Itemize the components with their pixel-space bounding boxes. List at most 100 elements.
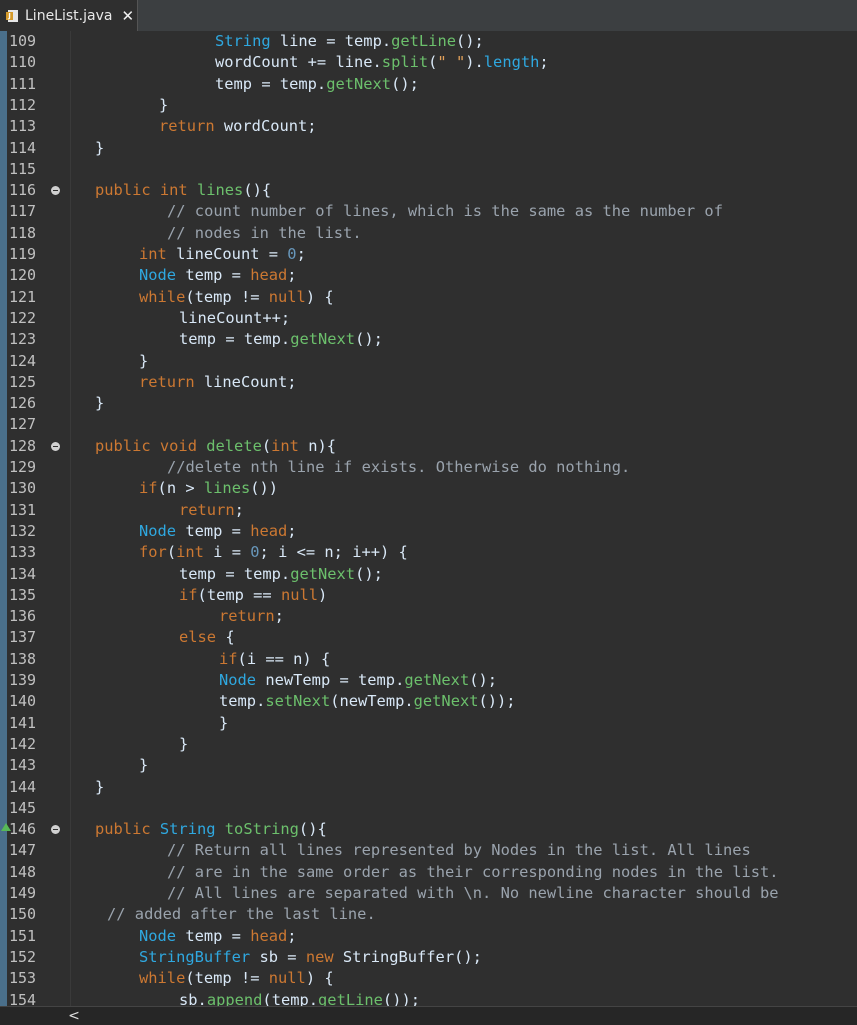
code-line[interactable]: 152 StringBuffer sb = new StringBuffer();	[0, 947, 857, 968]
code-line[interactable]: 138 if(i == n) {	[0, 649, 857, 670]
code-line[interactable]: 124}	[0, 351, 857, 372]
code-line[interactable]: 127	[0, 414, 857, 435]
code-line[interactable]: 109 String line = temp.getLine();	[0, 31, 857, 52]
code-line[interactable]: 128 public void delete(int n){	[0, 436, 857, 457]
code-line[interactable]: 136 return;	[0, 606, 857, 627]
code-token: ());	[478, 692, 516, 711]
code-token: line	[270, 32, 327, 50]
code-line[interactable]: 112}	[0, 95, 857, 116]
code-token: while	[139, 969, 186, 988]
code-line[interactable]: 147 // Return all lines represented by No…	[0, 840, 857, 861]
code-token: int	[139, 245, 167, 263]
code-line[interactable]: 130 if(n > lines())	[0, 478, 857, 499]
code-line[interactable]: 137 else {	[0, 627, 857, 648]
line-number: 139	[9, 671, 37, 689]
code-token: // added after the last line.	[107, 905, 376, 924]
code-text: lineCount++;	[179, 309, 290, 328]
code-token: getNext	[290, 564, 356, 583]
line-number: 124	[9, 351, 37, 370]
line-number: 148	[9, 862, 37, 881]
code-line[interactable]: 139 Node newTemp = temp.getNext();	[0, 670, 857, 691]
fold-toggle-icon[interactable]	[51, 441, 60, 451]
tab-linelist-java[interactable]: J LineList.java ✕	[0, 0, 138, 31]
line-number: 111	[9, 74, 37, 93]
code-token: head	[250, 926, 288, 945]
fold-toggle-icon[interactable]	[51, 825, 60, 835]
code-line[interactable]: 145	[0, 798, 857, 819]
fold-toggle-icon[interactable]	[51, 186, 60, 196]
code-line[interactable]: 131 return;	[0, 500, 857, 521]
code-line[interactable]: 141}	[0, 713, 857, 734]
code-token: else	[179, 628, 217, 647]
code-line[interactable]: 140 temp.setNext(newTemp.getNext());	[0, 691, 857, 712]
code-text: StringBuffer sb = new StringBuffer();	[139, 948, 482, 967]
code-token: }	[95, 777, 105, 796]
code-text: // count number of lines, which is the s…	[167, 202, 723, 221]
code-text: Node temp = head;	[139, 927, 297, 946]
code-line[interactable]: 129 //delete nth line if exists. Otherwis…	[0, 457, 857, 478]
code-text: // added after the last line.	[107, 905, 376, 924]
code-token: }	[179, 734, 189, 753]
code-token: wordCount;	[214, 117, 317, 136]
code-token: return	[179, 500, 235, 519]
code-token: ();	[355, 564, 383, 583]
horizontal-scrollbar[interactable]: <	[0, 1006, 857, 1025]
code-line[interactable]: 118 // nodes in the list.	[0, 223, 857, 244]
code-line[interactable]: 149 // All lines are separated with \n. N…	[0, 883, 857, 904]
line-number: 142	[9, 734, 37, 753]
code-text: // nodes in the list.	[167, 224, 362, 243]
code-line[interactable]: 151 Node temp = head;	[0, 926, 857, 947]
code-token: new	[305, 947, 334, 966]
code-line[interactable]: 144}	[0, 777, 857, 798]
code-line[interactable]: 120 Node temp = head;	[0, 265, 857, 286]
code-text: }	[179, 735, 188, 754]
code-token: setNext	[265, 692, 331, 711]
code-line[interactable]: 153 while(temp != null) {	[0, 968, 857, 989]
code-line[interactable]: 146 public String toString(){	[0, 819, 857, 840]
code-line[interactable]: 132 Node temp = head;	[0, 521, 857, 542]
code-editor[interactable]: 109 String line = temp.getLine(); 110 wordC…	[0, 31, 857, 1009]
code-token: ) {	[305, 969, 334, 988]
code-line[interactable]: 150 // added after the last line.	[0, 904, 857, 925]
scroll-left-icon[interactable]: <	[66, 1007, 82, 1025]
code-line[interactable]: 133 for(int i = 0; i <= n; i++) {	[0, 542, 857, 563]
code-token: // All lines are separated with \n. No n…	[167, 884, 779, 902]
close-icon[interactable]: ✕	[121, 7, 134, 25]
code-token: ();	[355, 330, 383, 349]
code-token: void	[159, 436, 197, 455]
code-line[interactable]: 134 temp = temp.getNext();	[0, 564, 857, 585]
code-line[interactable]: 135 if(temp == null)	[0, 585, 857, 606]
code-line[interactable]: 113 return wordCount;	[0, 116, 857, 137]
code-line[interactable]: 111 temp = temp.getNext();	[0, 74, 857, 95]
code-text: }	[139, 352, 148, 371]
code-line[interactable]: 115	[0, 159, 857, 180]
code-line[interactable]: 114}	[0, 138, 857, 159]
code-token: ;	[287, 926, 297, 945]
code-line[interactable]: 121 while(temp != null) {	[0, 287, 857, 308]
code-line[interactable]: 110 wordCount += line.split(" ").length;	[0, 52, 857, 73]
code-text: if(n > lines())	[139, 479, 278, 498]
code-line[interactable]: 122 lineCount++;	[0, 308, 857, 329]
code-line[interactable]: 126}	[0, 393, 857, 414]
code-line[interactable]: 142}	[0, 734, 857, 755]
code-line[interactable]: 116 public int lines(){	[0, 180, 857, 201]
code-text: return wordCount;	[159, 117, 317, 136]
code-token: for	[139, 543, 167, 562]
code-token: return	[159, 117, 215, 136]
line-number: 122	[9, 308, 37, 327]
line-number: 114	[9, 138, 37, 157]
code-text: }	[159, 96, 168, 115]
code-line[interactable]: 117 // count number of lines, which is th…	[0, 201, 857, 222]
code-line[interactable]: 148 // are in the same order as their cor…	[0, 862, 857, 883]
code-line[interactable]: 143}	[0, 755, 857, 776]
code-text: }	[139, 756, 148, 775]
line-number: 137	[9, 628, 37, 647]
code-line[interactable]: 123 temp = temp.getNext();	[0, 329, 857, 350]
code-token: null	[268, 969, 306, 988]
code-line[interactable]: 119 int lineCount = 0;	[0, 244, 857, 265]
code-line[interactable]: 125 return lineCount;	[0, 372, 857, 393]
code-token: public	[95, 181, 151, 200]
code-token: }	[95, 138, 105, 157]
code-token: }	[139, 351, 149, 370]
